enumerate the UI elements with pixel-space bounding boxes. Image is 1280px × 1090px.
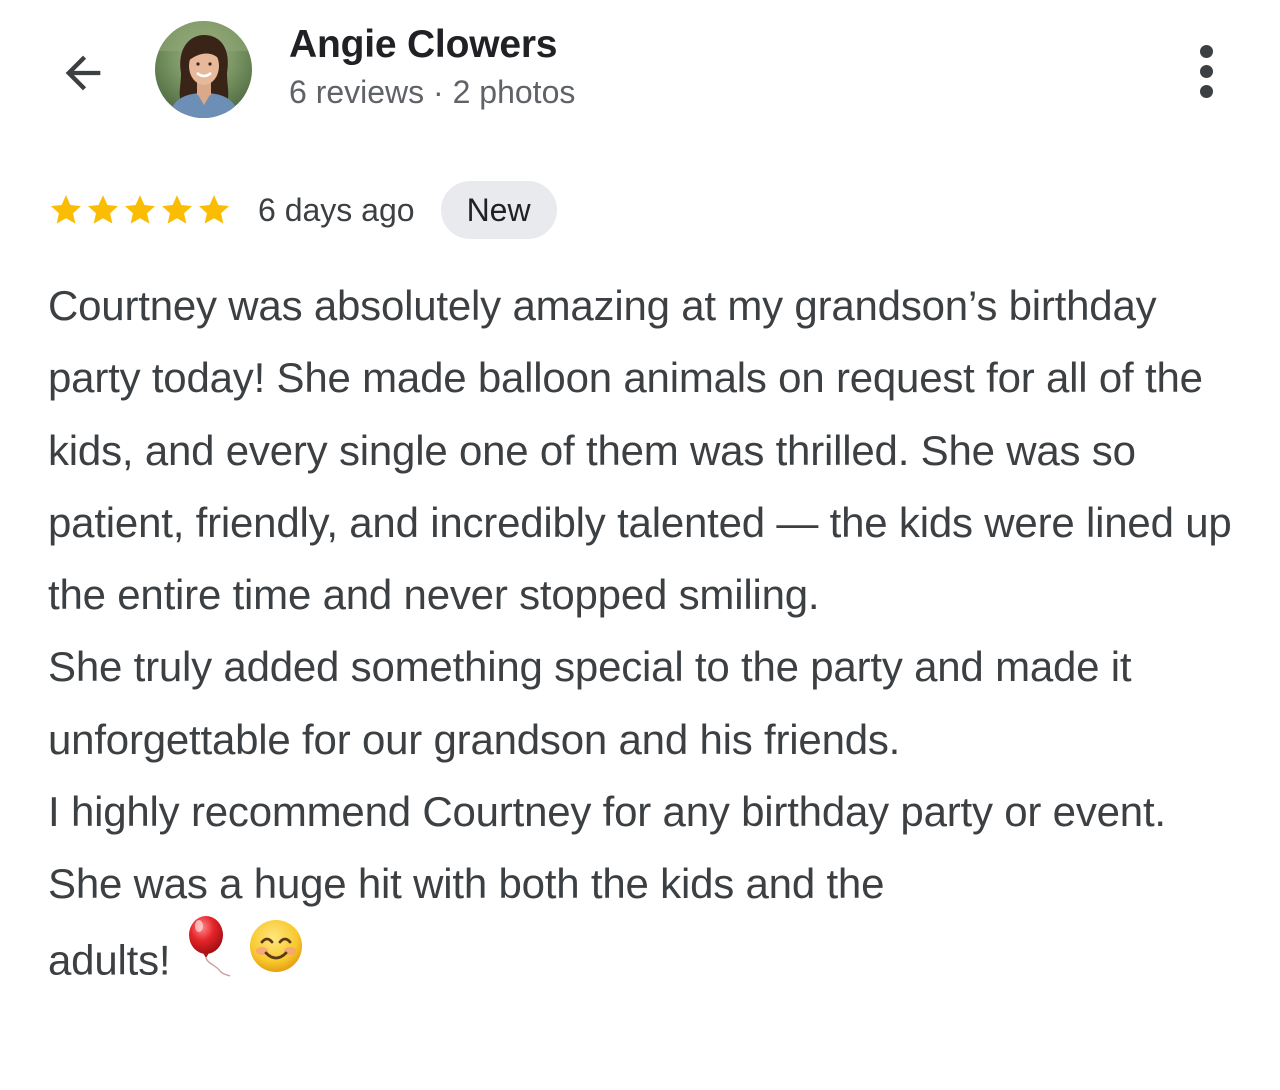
back-button[interactable] <box>50 40 116 106</box>
review-paragraph: She truly added something special to the… <box>48 643 1132 763</box>
review-text: Courtney was absolutely amazing at my gr… <box>48 270 1248 1005</box>
star-icon <box>125 195 155 224</box>
reviewer-meta: 6 reviews · 2 photos <box>289 74 576 110</box>
star-rating <box>48 192 232 228</box>
rating-row: 6 days ago New <box>48 180 557 240</box>
more-options-button[interactable] <box>1180 38 1232 104</box>
star-icon <box>199 195 229 224</box>
arrow-left-icon <box>65 55 101 91</box>
star-icon <box>162 195 192 224</box>
review-paragraph-text: I highly recommend Courtney for any birt… <box>48 788 1166 908</box>
reviewer-name[interactable]: Angie Clowers <box>289 23 557 67</box>
review-last-line: adults! <box>48 935 171 983</box>
star-icon <box>51 195 81 224</box>
review-date: 6 days ago <box>258 191 415 228</box>
review-header: Angie Clowers 6 reviews · 2 photos <box>0 0 1280 140</box>
new-badge: New <box>440 181 557 239</box>
more-vert-icon <box>1199 44 1213 58</box>
review-paragraph: Courtney was absolutely amazing at my gr… <box>48 282 1232 619</box>
reviewer-avatar[interactable] <box>155 21 252 118</box>
balloon-icon <box>182 915 236 999</box>
star-icon <box>88 195 118 224</box>
smiling-face-icon <box>247 917 305 997</box>
review-paragraph: I highly recommend Courtney for any birt… <box>48 776 1248 1005</box>
